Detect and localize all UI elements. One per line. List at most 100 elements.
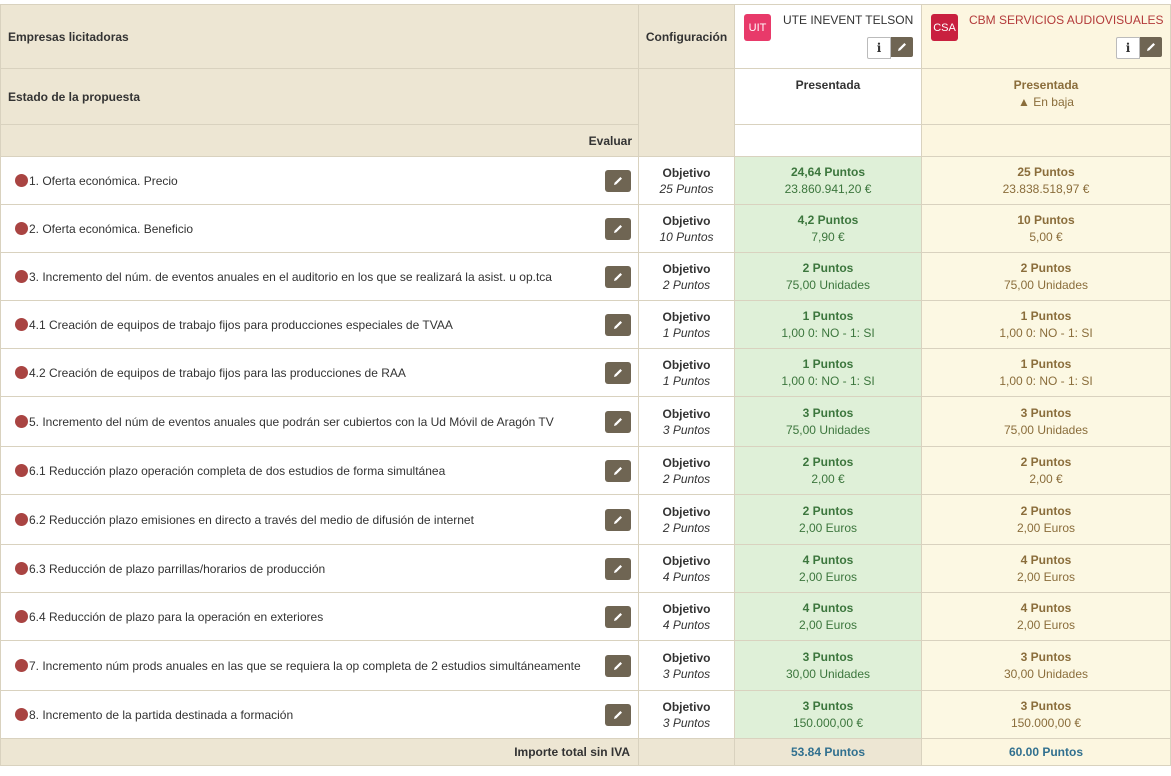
evaluate-criterion-button[interactable]: [605, 459, 631, 482]
criterion-row: 2. Oferta económica. Beneficio Objetivo 10…: [0, 204, 1171, 253]
criterion-label: 1. Oferta económica. Precio: [29, 173, 178, 188]
evaluate-criterion-button[interactable]: [605, 703, 631, 726]
company-2-points: 10 Puntos: [1017, 212, 1075, 227]
criterion-cell: 3. Incremento del núm. de eventos anuale…: [0, 252, 639, 301]
evaluate-criterion-button[interactable]: [605, 313, 631, 336]
company-2-points: 1 Puntos: [1020, 356, 1072, 371]
company-2-points: 3 Puntos: [1020, 405, 1072, 420]
total-label: Importe total sin IVA: [0, 738, 639, 766]
criterion-max-points: 2 Puntos: [662, 277, 711, 292]
company-2-value: 30,00 Unidades: [1003, 666, 1089, 681]
edit-company-button-2[interactable]: [1140, 37, 1162, 57]
pencil-icon: [614, 710, 622, 719]
status-dot-icon: [15, 173, 28, 187]
config-spacer: [638, 68, 735, 157]
criterion-label: 5. Incremento del núm de eventos anuales…: [29, 414, 554, 429]
criterion-row: 5. Incremento del núm de eventos anuales…: [0, 396, 1171, 447]
company-1-points: 2 Puntos: [802, 503, 854, 518]
info-button-1[interactable]: i: [867, 37, 891, 59]
evaluate-criterion-button[interactable]: [605, 410, 631, 433]
company-name-1: UTE INEVENT TELSON: [783, 13, 914, 27]
criterion-max-points: 3 Puntos: [662, 715, 711, 730]
company-1-points: 4 Puntos: [802, 600, 854, 615]
criterion-cell: 6.2 Reducción plazo emisiones en directo…: [0, 494, 639, 545]
company-2-points: 2 Puntos: [1020, 454, 1072, 469]
company-1-score: 3 Puntos 150.000,00 €: [734, 690, 922, 739]
evaluate-criterion-button[interactable]: [605, 605, 631, 628]
company-2-score: 2 Puntos 2,00 €: [921, 446, 1171, 495]
company-1-value: 2,00 Euros: [798, 520, 858, 535]
evaluate-criterion-button[interactable]: [605, 508, 631, 531]
company-1-points: 2 Puntos: [802, 260, 854, 275]
evaluate-criterion-button[interactable]: [605, 217, 631, 240]
company-2-value: 2,00 Euros: [1016, 617, 1076, 632]
company-1-score: 1 Puntos 1,00 0: NO - 1: SI: [734, 300, 922, 349]
status-dot-icon: [15, 463, 28, 477]
company-2-value: 1,00 0: NO - 1: SI: [999, 325, 1093, 340]
criterion-type: Objetivo: [662, 165, 711, 180]
info-icon: i: [1125, 41, 1131, 55]
criterion-type: Objetivo: [662, 553, 711, 568]
evaluate-criterion-button[interactable]: [605, 265, 631, 288]
warning-note: ▲ En baja: [922, 95, 1170, 109]
criterion-row: 6.1 Reducción plazo operación completa d…: [0, 446, 1171, 495]
evaluate-criterion-button[interactable]: [605, 654, 631, 677]
criterion-max-points: 3 Puntos: [662, 422, 711, 437]
company-2-score: 2 Puntos 2,00 Euros: [921, 494, 1171, 545]
evaluate-criterion-button[interactable]: [605, 169, 631, 192]
proposal-state-label: Estado de la propuesta: [0, 68, 639, 125]
company-2-score: 1 Puntos 1,00 0: NO - 1: SI: [921, 348, 1171, 397]
company-2-score: 10 Puntos 5,00 €: [921, 204, 1171, 253]
criterion-row: 8. Incremento de la partida destinada a …: [0, 690, 1171, 739]
criterion-config: Objetivo 2 Puntos: [638, 494, 735, 545]
company-1-score: 2 Puntos 2,00 Euros: [734, 494, 922, 545]
criterion-row: 7. Incremento núm prods anuales en las q…: [0, 640, 1171, 691]
company-2-points: 25 Puntos: [1017, 164, 1075, 179]
company-1-points: 24,64 Puntos: [790, 164, 866, 179]
companies-header: Empresas licitadoras: [0, 4, 639, 69]
bid-evaluation-table: Empresas licitadoras Configuración UIT U…: [0, 4, 1171, 766]
criterion-cell: 2. Oferta económica. Beneficio: [0, 204, 639, 253]
criterion-config: Objetivo 3 Puntos: [638, 396, 735, 447]
company-1-value: 7,90 €: [811, 229, 845, 244]
criterion-type: Objetivo: [662, 406, 711, 421]
pencil-icon: [614, 612, 622, 621]
company-1-points: 3 Puntos: [802, 649, 854, 664]
criterion-cell: 4.1 Creación de equipos de trabajo fijos…: [0, 300, 639, 349]
criterion-label: 7. Incremento núm prods anuales en las q…: [29, 658, 581, 673]
criterion-label: 4.1 Creación de equipos de trabajo fijos…: [29, 317, 453, 332]
info-button-2[interactable]: i: [1116, 37, 1140, 59]
criterion-type: Objetivo: [662, 309, 711, 324]
company-1-points: 4 Puntos: [802, 552, 854, 567]
criterion-max-points: 25 Puntos: [659, 181, 714, 196]
criterion-type: Objetivo: [662, 213, 711, 228]
edit-company-button-1[interactable]: [891, 37, 913, 57]
criterion-row: 6.3 Reducción de plazo parrillas/horario…: [0, 544, 1171, 593]
company-logo-1: UIT: [744, 14, 771, 41]
pencil-icon: [614, 564, 622, 573]
criterion-label: 4.2 Creación de equipos de trabajo fijos…: [29, 365, 406, 380]
pencil-icon: [614, 661, 622, 670]
company-header-1: UIT UTE INEVENT TELSON i: [734, 4, 922, 69]
company-2-value: 75,00 Unidades: [1003, 422, 1089, 437]
criterion-config: Objetivo 2 Puntos: [638, 446, 735, 495]
company-2-score: 4 Puntos 2,00 Euros: [921, 544, 1171, 593]
company-2-value: 2,00 Euros: [1016, 569, 1076, 584]
status-text-1: Presentada: [795, 78, 861, 92]
evaluate-criterion-button[interactable]: [605, 557, 631, 580]
criterion-max-points: 4 Puntos: [662, 569, 711, 584]
company-status-1: Presentada: [734, 68, 922, 125]
company-1-score: 3 Puntos 30,00 Unidades: [734, 640, 922, 691]
status-dot-icon: [15, 221, 28, 235]
criterion-label: 6.1 Reducción plazo operación completa d…: [29, 463, 446, 478]
company-2-points: 4 Puntos: [1020, 600, 1072, 615]
criterion-type: Objetivo: [662, 357, 711, 372]
criterion-config: Objetivo 10 Puntos: [638, 204, 735, 253]
criterion-cell: 6.1 Reducción plazo operación completa d…: [0, 446, 639, 495]
company-2-points: 3 Puntos: [1020, 649, 1072, 664]
criterion-cell: 6.3 Reducción de plazo parrillas/horario…: [0, 544, 639, 593]
pencil-icon: [614, 272, 622, 281]
status-dot-icon: [15, 658, 28, 672]
company-1-score: 4,2 Puntos 7,90 €: [734, 204, 922, 253]
evaluate-criterion-button[interactable]: [605, 361, 631, 384]
